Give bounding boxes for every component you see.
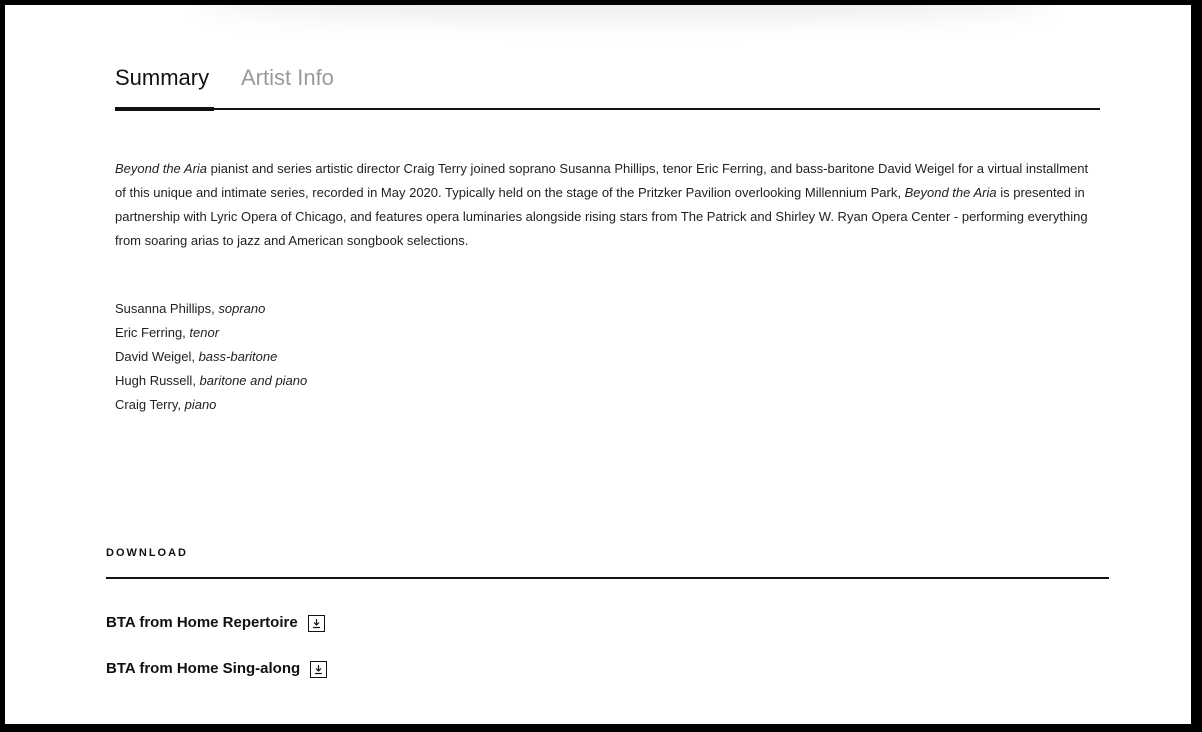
- download-link-repertoire[interactable]: BTA from Home Repertoire: [106, 612, 325, 634]
- performer-role: baritone and piano: [199, 373, 308, 388]
- download-heading: DOWNLOAD: [106, 547, 188, 559]
- performer-name: Craig Terry,: [115, 397, 185, 412]
- performer-item: Susanna Phillips, soprano: [115, 297, 307, 321]
- download-icon[interactable]: [307, 614, 325, 632]
- page-container: Summary Artist Info Beyond the Aria pian…: [5, 5, 1191, 724]
- performer-role: tenor: [189, 325, 220, 340]
- download-icon[interactable]: [310, 660, 328, 678]
- performer-role: piano: [184, 397, 217, 412]
- download-link-singalong[interactable]: BTA from Home Sing-along: [106, 658, 328, 680]
- performer-name: Susanna Phillips,: [115, 301, 219, 316]
- performer-name: Hugh Russell,: [115, 373, 200, 388]
- tab-summary[interactable]: Summary: [115, 64, 209, 102]
- performer-item: Craig Terry, piano: [115, 393, 307, 417]
- download-link-label: BTA from Home Sing-along: [106, 660, 301, 677]
- tab-artist-info-label: Artist Info: [241, 65, 334, 90]
- active-tab-indicator: [115, 107, 214, 111]
- performer-list: Susanna Phillips, soprano Eric Ferring, …: [115, 297, 307, 417]
- download-divider: [106, 577, 1109, 579]
- tab-bar: Summary Artist Info: [115, 64, 1100, 111]
- performer-item: David Weigel, bass-baritone: [115, 345, 307, 369]
- performer-name: Eric Ferring,: [115, 325, 190, 340]
- performer-name: David Weigel,: [115, 349, 199, 364]
- tab-summary-label: Summary: [115, 65, 210, 90]
- series-title: Beyond the Aria: [904, 185, 997, 200]
- performer-role: soprano: [218, 301, 266, 316]
- performer-role: bass-baritone: [198, 349, 278, 364]
- performer-item: Eric Ferring, tenor: [115, 321, 307, 345]
- series-title: Beyond the Aria: [115, 161, 208, 176]
- tab-artist-info[interactable]: Artist Info: [241, 64, 334, 102]
- download-link-label: BTA from Home Repertoire: [106, 614, 298, 631]
- performer-item: Hugh Russell, baritone and piano: [115, 369, 307, 393]
- summary-paragraph: Beyond the Aria pianist and series artis…: [115, 157, 1100, 253]
